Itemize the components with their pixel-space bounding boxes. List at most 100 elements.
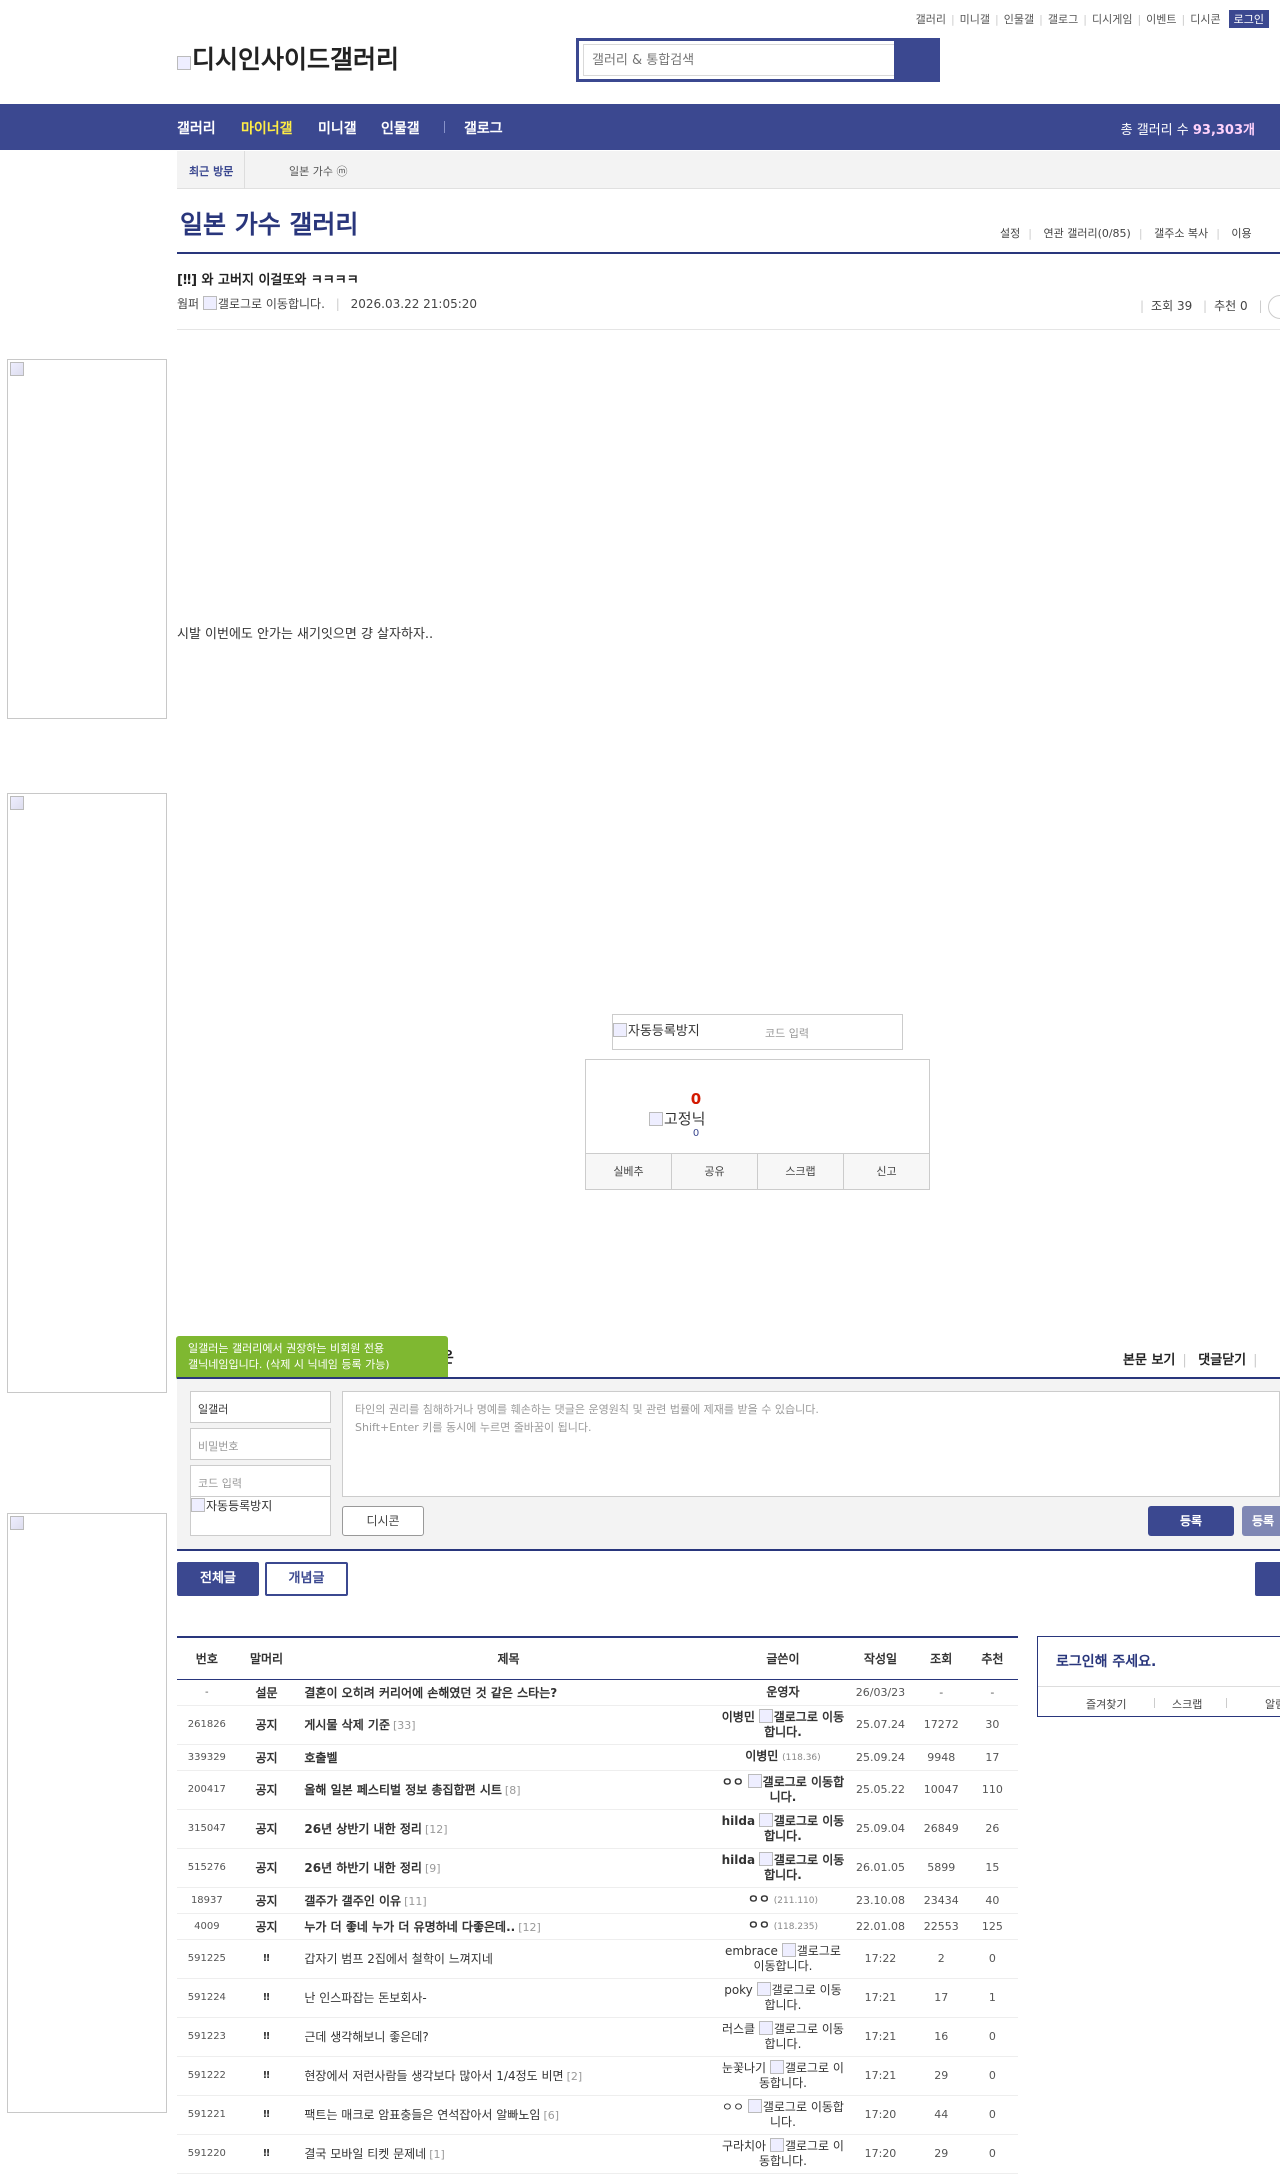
post-subject-text[interactable]: 26년 하반기 내한 정리	[304, 1861, 422, 1875]
writer-nickname[interactable]: 눈꽃나기	[722, 2061, 766, 2075]
writer-gallog-alt[interactable]: 갤로그로 이동합니다.	[764, 1983, 841, 2012]
post-author-gallog-alt[interactable]: 갤로그로 이동합니다.	[218, 297, 325, 311]
share-button[interactable]: 공유	[672, 1154, 758, 1189]
tab-recommended-posts[interactable]: 개념글	[265, 1562, 348, 1596]
scrap-link[interactable]: 스크랩	[1172, 1696, 1202, 1712]
reply-count[interactable]: [6]	[543, 2109, 559, 2122]
post-subject[interactable]: 팩트는 매크로 암표충들은 연석잡아서 알빠노임 [6]	[296, 2095, 721, 2135]
post-subject[interactable]: 현장에서 저런사람들 생각보다 많아서 1/4정도 비면 [2]	[296, 2056, 721, 2096]
table-row[interactable]: 591225 ‼ 갑자기 범프 2집에서 철학이 느껴지네 embrace 갤로그로 …	[177, 1939, 1018, 1979]
post-writer[interactable]: ㅇㅇ (211.110)	[720, 1887, 846, 1914]
nav-item-minor-gallery[interactable]: 마이너갤	[241, 118, 293, 138]
copy-gallery-url-link[interactable]: 갤주소 복사	[1154, 227, 1208, 240]
post-writer[interactable]: ㅇㅇ (118.235)	[720, 1913, 846, 1940]
post-writer[interactable]: 운영자	[720, 1679, 846, 1706]
search-input[interactable]	[583, 44, 901, 76]
post-writer[interactable]: ㅇㅇ 갤로그로 이동합니다.	[720, 1770, 846, 1810]
table-row[interactable]: 591220 ‼ 결국 모바일 티켓 문제네 [1] 구라치아 갤로그로 이동합니다. 1…	[177, 2134, 1018, 2174]
close-comments-link[interactable]: 댓글닫기	[1198, 1353, 1246, 1368]
dccon-button[interactable]: 디시콘	[342, 1506, 424, 1536]
writer-nickname[interactable]: poky	[724, 1983, 753, 1997]
post-subject-text[interactable]: 갤주가 갤주인 이유	[304, 1894, 401, 1908]
notification-link[interactable]: 알림	[1265, 1696, 1280, 1712]
reply-count[interactable]: [12]	[518, 1921, 541, 1934]
writer-gallog-alt[interactable]: 갤로그로 이동합니다.	[764, 1814, 844, 1843]
writer-gallog-alt[interactable]: 갤로그로 이동합니다.	[763, 1775, 844, 1804]
table-row[interactable]: - 설문 결혼이 오히려 커리어에 손해였던 것 같은 스타는? 운영자 26/03/2…	[177, 1679, 1018, 1706]
post-subject-text[interactable]: 결국 모바일 티켓 문제네	[304, 2147, 426, 2161]
writer-gallog-alt[interactable]: 갤로그로 이동합니다.	[764, 2022, 843, 2051]
gallery-title[interactable]: 일본 가수 갤러리	[180, 205, 358, 241]
reply-count[interactable]: [33]	[393, 1719, 416, 1732]
table-row[interactable]: 200417 공지 올해 일본 페스티벌 정보 총집합편 시트 [8] ㅇㅇ 갤로그로 …	[177, 1770, 1018, 1810]
write-button[interactable]	[1255, 1562, 1280, 1596]
post-more-button[interactable]	[1268, 295, 1280, 319]
favorites-link[interactable]: 즐겨찾기	[1086, 1696, 1126, 1712]
table-row[interactable]: 4009 공지 누가 더 좋네 누가 더 유명하네 다좋은데.. [12] ㅇㅇ (11…	[177, 1913, 1018, 1940]
nav-item-mini-gallery[interactable]: 미니갤	[318, 118, 357, 138]
gallery-setting-link[interactable]: 설정	[1000, 227, 1020, 240]
post-writer[interactable]: 눈꽃나기 갤로그로 이동합니다.	[720, 2056, 846, 2096]
post-subject[interactable]: 결국 모바일 티켓 문제네 [1]	[296, 2134, 721, 2174]
post-writer[interactable]: hilda 갤로그로 이동합니다.	[720, 1848, 846, 1888]
post-writer[interactable]: hilda 갤로그로 이동합니다.	[720, 1809, 846, 1849]
fixed-nick-recommend-button[interactable]: 고정닉	[649, 1108, 705, 1129]
left-ad-image-2[interactable]	[7, 793, 167, 1393]
table-row[interactable]: 315047 공지 26년 상반기 내한 정리 [12] hilda 갤로그로 이동합니…	[177, 1809, 1018, 1849]
writer-gallog-alt[interactable]: 갤로그로 이동합니다.	[764, 1710, 844, 1739]
reply-count[interactable]: [12]	[425, 1823, 448, 1836]
report-button[interactable]: 신고	[844, 1154, 929, 1189]
writer-nickname[interactable]: 러스클	[722, 2022, 755, 2036]
reply-count[interactable]: [11]	[404, 1895, 427, 1908]
related-gallery-link[interactable]: 연관 갤러리(0/85)	[1043, 227, 1130, 240]
writer-nickname[interactable]: hilda	[722, 1853, 755, 1867]
scrap-button[interactable]: 스크랩	[758, 1154, 844, 1189]
writer-gallog-alt[interactable]: 갤로그로 이동합니다.	[763, 2100, 844, 2129]
table-row[interactable]: 515276 공지 26년 하반기 내한 정리 [9] hilda 갤로그로 이동합니다…	[177, 1848, 1018, 1888]
table-row[interactable]: 591222 ‼ 현장에서 저런사람들 생각보다 많아서 1/4정도 비면 [2] 눈꽃…	[177, 2056, 1018, 2096]
post-subject-text[interactable]: 호출벨	[304, 1751, 337, 1765]
nav-item-gallery[interactable]: 갤러리	[177, 118, 216, 138]
post-subject[interactable]: 근데 생각해보니 좋은데?	[296, 2017, 721, 2057]
writer-nickname[interactable]: hilda	[722, 1814, 755, 1828]
writer-nickname[interactable]: 이병민	[722, 1710, 755, 1724]
post-subject[interactable]: 호출벨	[296, 1744, 721, 1771]
left-ad-image-1[interactable]	[7, 359, 167, 719]
post-subject[interactable]: 올해 일본 페스티벌 정보 총집합편 시트 [8]	[296, 1770, 721, 1810]
post-subject[interactable]: 갑자기 범프 2집에서 철학이 느껴지네	[296, 1939, 721, 1979]
gallery-usage-link[interactable]: 이용	[1231, 227, 1251, 240]
top-link-dcgame[interactable]: 디시게임	[1092, 11, 1132, 27]
post-writer[interactable]: 이병민 (118.36)	[720, 1744, 846, 1771]
writer-nickname[interactable]: 이병민	[745, 1749, 778, 1763]
post-subject-text[interactable]: 현장에서 저런사람들 생각보다 많아서 1/4정도 비면	[304, 2069, 563, 2083]
post-subject[interactable]: 갤주가 갤주인 이유 [11]	[296, 1887, 721, 1914]
top-link-gallog[interactable]: 갤로그	[1048, 11, 1078, 27]
post-writer[interactable]: embrace 갤로그로 이동합니다.	[720, 1939, 846, 1979]
post-subject-text[interactable]: 결혼이 오히려 커리어에 손해였던 것 같은 스타는?	[304, 1686, 557, 1700]
left-ad-image-3[interactable]	[7, 1513, 167, 2113]
reply-count[interactable]: [2]	[567, 2070, 583, 2083]
post-subject-text[interactable]: 26년 상반기 내한 정리	[304, 1822, 422, 1836]
writer-nickname[interactable]: ㅇㅇ	[722, 2100, 744, 2114]
post-subject[interactable]: 게시물 삭제 기준 [33]	[296, 1705, 721, 1745]
table-row[interactable]: 591224 ‼ 난 인스파잡는 돈보회사-poky 갤로그로 이동합니다. 17:2…	[177, 1978, 1018, 2018]
post-subject-text[interactable]: 난 인스파잡는 돈보회사-	[304, 1991, 426, 2005]
table-row[interactable]: 261826 공지 게시물 삭제 기준 [33] 이병민 갤로그로 이동합니다. 25.0…	[177, 1705, 1018, 1745]
writer-nickname[interactable]: ㅇㅇ	[748, 1892, 770, 1906]
recent-visit-label[interactable]: 최근 방문	[189, 163, 233, 179]
post-subject-text[interactable]: 게시물 삭제 기준	[304, 1718, 390, 1732]
post-subject-text[interactable]: 팩트는 매크로 암표충들은 연석잡아서 알빠노임	[304, 2108, 540, 2122]
nickname-input[interactable]: 일갤러	[190, 1391, 331, 1423]
writer-nickname[interactable]: 구라치아	[722, 2139, 766, 2153]
reply-count[interactable]: [9]	[425, 1862, 441, 1875]
nav-item-gallog[interactable]: 갤로그	[464, 118, 503, 138]
post-writer[interactable]: 구라치아 갤로그로 이동합니다.	[720, 2134, 846, 2174]
best-recommend-button[interactable]: 실베추	[586, 1154, 672, 1189]
comment-code-input[interactable]: 코드 입력	[190, 1465, 331, 1497]
password-input[interactable]: 비밀번호	[190, 1428, 331, 1460]
top-link-mini[interactable]: 미니갤	[960, 11, 990, 27]
post-writer[interactable]: 러스클 갤로그로 이동합니다.	[720, 2017, 846, 2057]
comment-textarea[interactable]: 타인의 권리를 침해하거나 명예를 훼손하는 댓글은 운영원칙 및 관련 법률에…	[342, 1391, 1280, 1497]
search-button[interactable]	[894, 41, 937, 79]
writer-nickname[interactable]: ㅇㅇ	[748, 1918, 770, 1932]
